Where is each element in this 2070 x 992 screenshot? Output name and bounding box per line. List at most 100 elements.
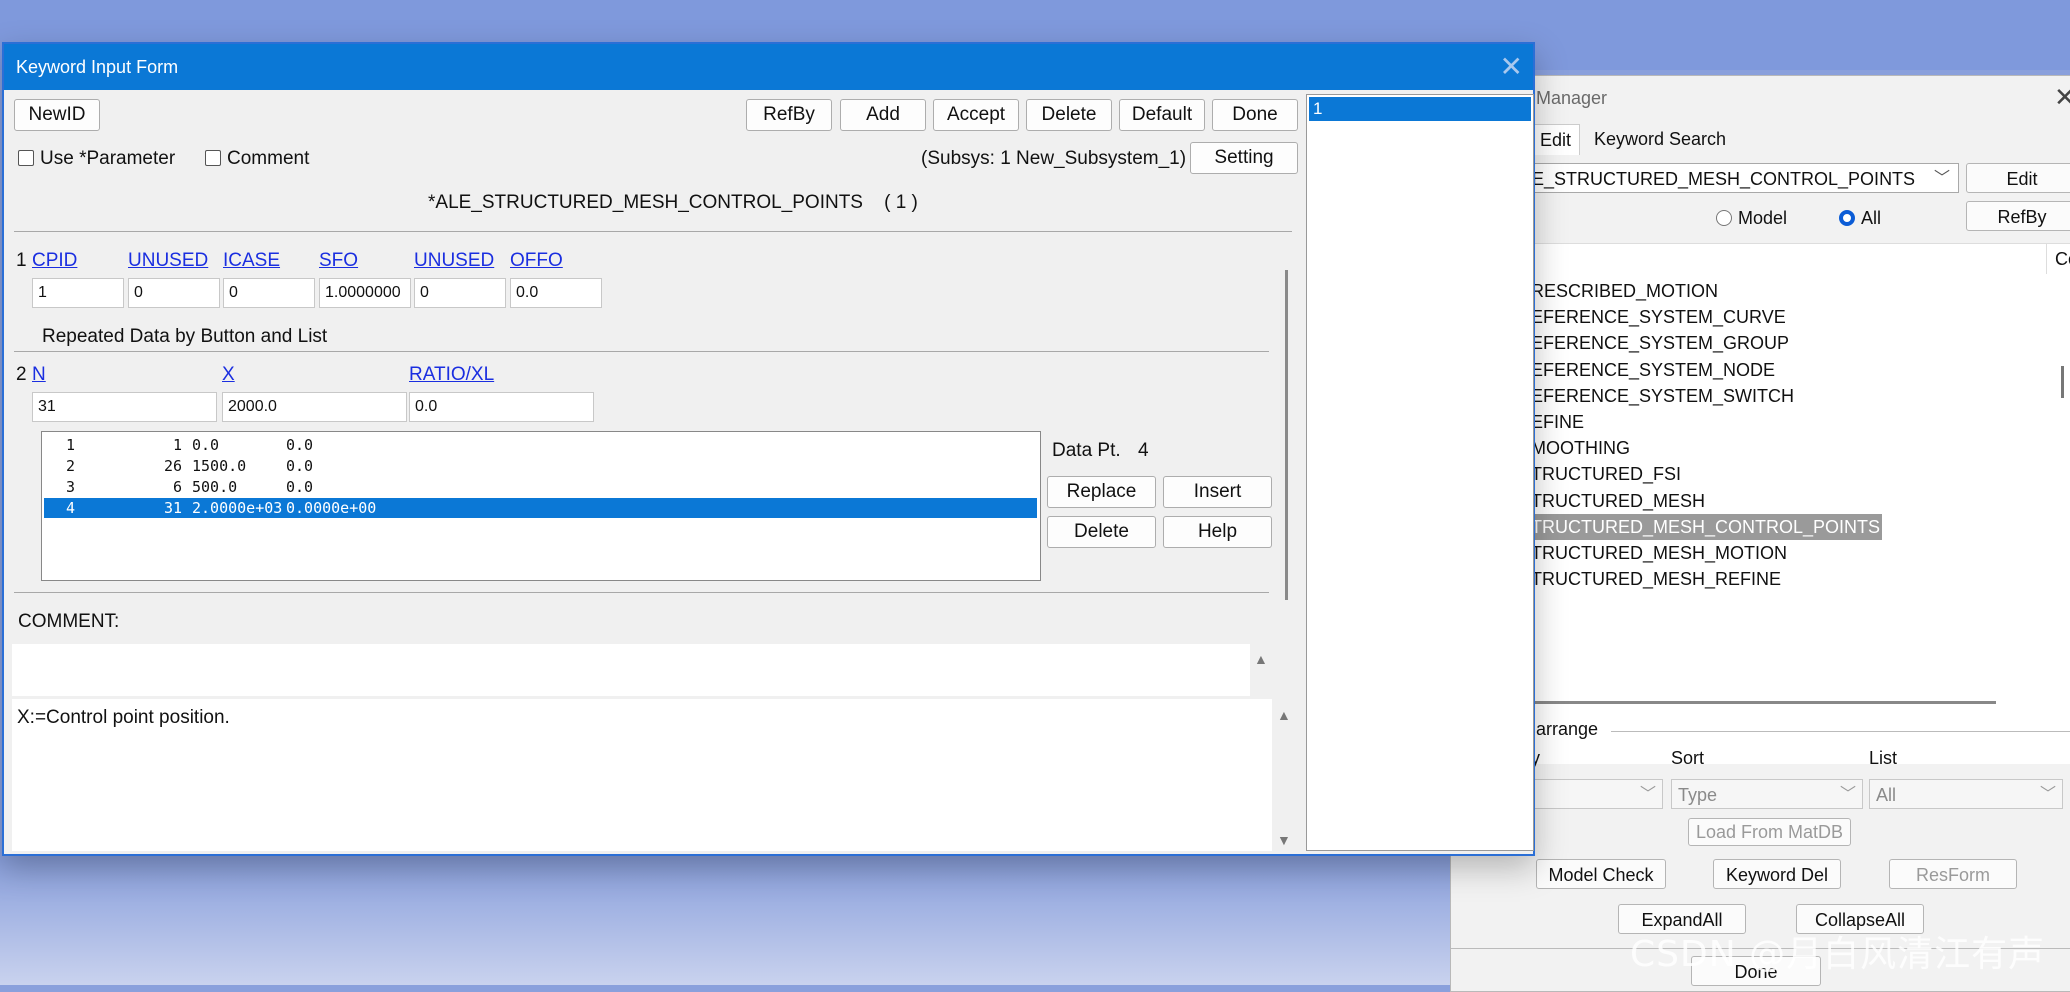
add-button[interactable]: Add <box>840 99 926 131</box>
card1-field-label[interactable]: SFO <box>319 250 358 272</box>
tree-item[interactable]: EFERENCE_SYSTEM_CURVE <box>1531 304 1786 330</box>
tree-item[interactable]: TRUCTURED_MESH_MOTION <box>1531 540 1787 566</box>
scroll-up-icon[interactable]: ▲ <box>1254 651 1268 667</box>
checkbox-unchecked-icon <box>205 150 221 166</box>
card1-field-input[interactable]: 0 <box>223 278 315 308</box>
card2-number: 2 <box>16 364 27 385</box>
card1-field-label[interactable]: CPID <box>32 250 77 272</box>
tree-item[interactable]: EFERENCE_SYSTEM_SWITCH <box>1531 383 1794 409</box>
table-row[interactable]: 2 26 1500.0 0.0 <box>44 456 1037 476</box>
keyword-tree-list[interactable]: Count RESCRIBED_MOTIONEFERENCE_SYSTEM_CU… <box>1531 243 2070 764</box>
use-parameter-checkbox[interactable]: Use *Parameter <box>18 148 175 170</box>
manager-list-scrollbar[interactable] <box>2061 366 2064 398</box>
card2-field-label[interactable]: RATIO/XL <box>409 364 494 386</box>
repeated-data-list[interactable]: 1 1 0.0 0.0 2 26 1500.0 0.0 3 6 500.0 0.0 4 31 2.0000e… <box>41 431 1041 581</box>
tree-item[interactable]: EFERENCE_SYSTEM_NODE <box>1531 357 1775 383</box>
card1-field-label[interactable]: ICASE <box>223 250 280 272</box>
id-list-item[interactable]: 1 <box>1309 97 1531 121</box>
model-check-button[interactable]: Model Check <box>1536 859 1666 889</box>
form-scrollbar[interactable] <box>1285 270 1288 600</box>
y-dropdown[interactable]: ﹀ <box>1531 779 1663 809</box>
table-row[interactable]: 4 31 2.0000e+03 0.0000e+00 <box>44 498 1037 518</box>
table-cell-idx: 1 <box>66 436 76 454</box>
id-list-panel[interactable]: 1 <box>1306 94 1534 851</box>
scroll-down-icon[interactable]: ▼ <box>1277 832 1291 848</box>
tab-edit[interactable]: Edit <box>1531 124 1581 155</box>
delete-button[interactable]: Delete <box>1026 99 1112 131</box>
radio-model[interactable]: Model <box>1716 208 1787 229</box>
card2-field-label[interactable]: N <box>32 364 46 386</box>
card1-field-input[interactable]: 0 <box>414 278 506 308</box>
newid-button[interactable]: NewID <box>14 99 100 131</box>
card2-field-input[interactable]: 0.0 <box>409 392 594 422</box>
tree-item[interactable]: RESCRIBED_MOTION <box>1531 278 1718 304</box>
table-row[interactable]: 1 1 0.0 0.0 <box>44 435 1037 455</box>
close-icon[interactable]: ✕ <box>2054 82 2070 113</box>
arrange-divider <box>1611 731 2070 732</box>
replace-button[interactable]: Replace <box>1047 476 1156 508</box>
card2-field-input[interactable]: 31 <box>32 392 217 422</box>
setting-button[interactable]: Setting <box>1190 142 1298 174</box>
table-cell-idx: 2 <box>66 457 76 475</box>
chevron-down-icon: ﹀ <box>1839 786 1856 803</box>
list-dropdown[interactable]: All ﹀ <box>1869 779 2063 809</box>
table-cell-r: 0.0 <box>286 457 314 475</box>
radio-all[interactable]: All <box>1839 208 1881 229</box>
sort-dropdown[interactable]: Type ﹀ <box>1671 779 1863 809</box>
tree-item[interactable]: TRUCTURED_MESH_REFINE <box>1531 566 1781 592</box>
table-cell-idx: 4 <box>66 499 76 517</box>
keyword-manager-window: Manager ✕ Edit Keyword Search E_STRUCTUR… <box>1450 75 2070 992</box>
table-cell-n: 31 <box>163 499 182 517</box>
watermark-text: CSDN @月白风清江有声 <box>1630 934 2046 975</box>
tree-item[interactable]: TRUCTURED_MESH_CONTROL_POINTS <box>1531 513 1883 540</box>
keyword-title: *ALE_STRUCTURED_MESH_CONTROL_POINTS ( 1 … <box>428 192 918 213</box>
accept-button[interactable]: Accept <box>933 99 1019 131</box>
manager-list-hscrollbar[interactable] <box>1531 701 1996 704</box>
default-button[interactable]: Default <box>1119 99 1205 131</box>
manager-edit-button[interactable]: Edit <box>1966 163 2070 193</box>
tree-item[interactable]: MOOTHING <box>1531 435 1630 461</box>
arrange-label: arrange <box>1536 719 1599 739</box>
tree-item[interactable]: EFINE <box>1531 409 1584 435</box>
tree-item[interactable]: EFERENCE_SYSTEM_GROUP <box>1531 330 1789 356</box>
form-titlebar: Keyword Input Form ✕ <box>4 44 1533 90</box>
comment-checkbox[interactable]: Comment <box>205 148 309 170</box>
checkbox-unchecked-icon <box>18 150 34 166</box>
scroll-up-icon[interactable]: ▲ <box>1277 707 1291 723</box>
card1-field-label[interactable]: OFFO <box>510 250 563 272</box>
card2-field-input[interactable]: 2000.0 <box>222 392 407 422</box>
list-delete-button[interactable]: Delete <box>1047 516 1156 548</box>
load-from-matdb-button[interactable]: Load From MatDB <box>1688 818 1851 846</box>
refby-button[interactable]: RefBy <box>746 99 832 131</box>
insert-button[interactable]: Insert <box>1163 476 1272 508</box>
card1-field-input[interactable]: 1 <box>32 278 124 308</box>
data-pt-value: 4 <box>1138 440 1149 461</box>
card1-field-input[interactable]: 0.0 <box>510 278 602 308</box>
help-button[interactable]: Help <box>1163 516 1272 548</box>
done-button[interactable]: Done <box>1212 99 1298 131</box>
data-pt-label: Data Pt. <box>1052 440 1121 461</box>
keyword-del-button[interactable]: Keyword Del <box>1713 859 1841 889</box>
close-icon[interactable]: ✕ <box>1500 50 1523 83</box>
tab-keyword-search[interactable]: Keyword Search <box>1586 124 1734 154</box>
table-cell-x: 2.0000e+03 <box>192 499 283 517</box>
keyword-input-form-window: Keyword Input Form ✕ NewID RefBy Add Acc… <box>2 42 1535 856</box>
card1-field-input[interactable]: 0 <box>128 278 220 308</box>
card1-field-label[interactable]: UNUSED <box>128 250 208 272</box>
comment-textarea[interactable] <box>12 644 1250 696</box>
tree-item[interactable]: TRUCTURED_MESH <box>1531 488 1705 514</box>
repeated-divider <box>14 351 1269 352</box>
card2-field-label[interactable]: X <box>222 364 235 386</box>
form-title: Keyword Input Form <box>16 57 179 77</box>
manager-refby-button[interactable]: RefBy <box>1966 201 2070 231</box>
chevron-down-icon: ﹀ <box>2039 786 2056 803</box>
resform-button[interactable]: ResForm <box>1889 859 2017 889</box>
card1-field-input[interactable]: 1.0000000 <box>319 278 411 308</box>
keyword-combo[interactable]: E_STRUCTURED_MESH_CONTROL_POINTS ﹀ <box>1531 163 1959 193</box>
table-cell-r: 0.0 <box>286 478 314 496</box>
tree-item[interactable]: TRUCTURED_FSI <box>1531 461 1681 487</box>
manager-titlebar: Manager ✕ <box>1451 76 2070 118</box>
help-text: X:=Control point position. <box>17 707 230 728</box>
table-row[interactable]: 3 6 500.0 0.0 <box>44 477 1037 497</box>
card1-field-label[interactable]: UNUSED <box>414 250 494 272</box>
